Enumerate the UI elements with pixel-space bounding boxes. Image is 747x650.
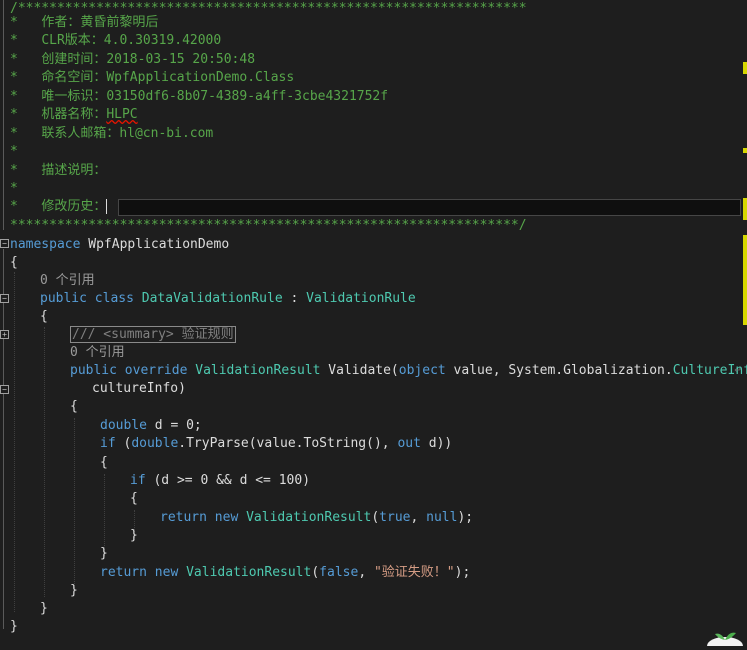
indent-guide: [14, 272, 15, 612]
fold-toggle-class[interactable]: −: [0, 294, 9, 303]
brace-open: {: [40, 309, 48, 324]
comment-email-line: * 联系人邮箱：hl@cn-bi.com: [10, 126, 214, 141]
editor-gutter[interactable]: − − + −: [0, 0, 9, 650]
method-signature-continued: cultureInfo): [92, 381, 186, 396]
method-signature[interactable]: public override ValidationResult Validat…: [70, 362, 747, 380]
current-line-highlight: [118, 199, 741, 216]
codelens-references[interactable]: 0 个引用: [40, 272, 95, 290]
codelens-references[interactable]: 0 个引用: [70, 344, 125, 362]
comment-desc-line: * 描述说明：: [10, 163, 107, 178]
fold-toggle-method[interactable]: −: [0, 385, 9, 394]
brace-close: }: [40, 601, 48, 616]
fold-toggle-namespace[interactable]: −: [0, 239, 9, 248]
return-success-statement[interactable]: return new ValidationResult(true, null);: [160, 509, 473, 527]
comment-created-line: * 创建时间：2018-03-15 20:50:48: [10, 52, 256, 67]
brace-open: {: [70, 399, 78, 414]
scrollbar-marker[interactable]: [743, 198, 747, 220]
leaf-icon: [707, 632, 743, 646]
scrollbar-marker[interactable]: [743, 148, 747, 153]
collapsed-summary-comment[interactable]: /// <summary> 验证规则: [70, 326, 236, 344]
comment-uid-line: * 唯一标识：03150df6-8b07-4389-a4ff-3cbe43217…: [10, 89, 389, 104]
fold-guide-line: [3, 0, 4, 230]
comment-clr-line: * CLR版本：4.0.30319.42000: [10, 33, 222, 48]
indent-guide: [44, 327, 45, 597]
brace-close: }: [130, 528, 138, 543]
indent-guide: [74, 418, 75, 588]
return-failure-statement[interactable]: return new ValidationResult(false, "验证失败…: [100, 564, 470, 582]
class-declaration[interactable]: public class DataValidationRule : Valida…: [40, 290, 416, 308]
namespace-declaration[interactable]: namespace WpfApplicationDemo: [10, 236, 229, 254]
brace-open: {: [100, 455, 108, 470]
brace-open: {: [10, 255, 18, 270]
comment-bottom-border: ****************************************…: [10, 218, 527, 233]
text-caret: [106, 199, 108, 214]
brace-close: }: [70, 583, 78, 598]
comment-blank-line: *: [10, 181, 18, 196]
if-range-statement[interactable]: if (d >= 0 && d <= 100): [130, 472, 310, 490]
word-wrap-icon: ↩: [734, 363, 741, 376]
brace-close: }: [10, 619, 18, 634]
brace-close: }: [100, 546, 108, 561]
variable-declaration[interactable]: double d = 0;: [100, 417, 202, 435]
comment-namespace-line: * 命名空间：WpfApplicationDemo.Class: [10, 70, 295, 85]
comment-blank-line: *: [10, 144, 18, 159]
if-tryparse-statement[interactable]: if (double.TryParse(value.ToString(), ou…: [100, 435, 452, 453]
scrollbar-marker[interactable]: [743, 235, 747, 325]
fold-guide-line: [3, 249, 4, 629]
brace-open: {: [130, 491, 138, 506]
scrollbar-marker[interactable]: [743, 62, 747, 74]
comment-history-line[interactable]: * 修改历史：: [10, 198, 108, 216]
fold-toggle-summary[interactable]: +: [0, 330, 9, 339]
indent-guide: [104, 474, 105, 556]
comment-machine-line: * 机器名称：HLPC: [10, 107, 138, 122]
comment-author-line: * 作者：黄昏前黎明后: [10, 15, 159, 30]
